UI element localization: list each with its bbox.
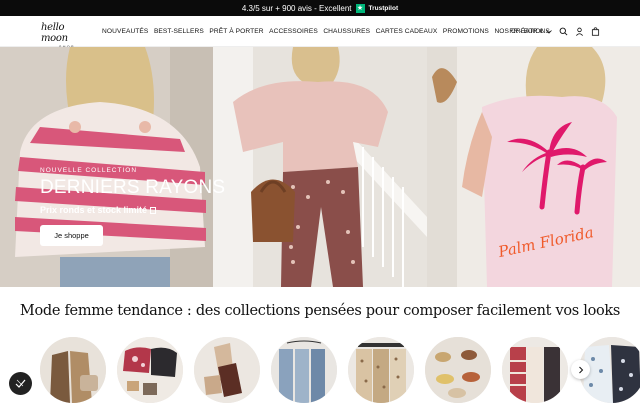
accessibility-badge[interactable] (9, 372, 32, 395)
hero-copy: NOUVELLE COLLECTION DERNIERS RAYONS Prix… (40, 167, 225, 215)
rating-text: 4.3/5 sur + 900 avis - Excellent (241, 3, 352, 13)
logo-text: hello moon (41, 22, 68, 44)
nav-item-cartes-cadeaux[interactable]: CARTES CADEAUX (376, 28, 438, 35)
cart-icon[interactable] (591, 27, 600, 36)
trustpilot-label: Trustpilot (368, 4, 399, 12)
price-tag-icon (149, 207, 156, 214)
chevron-down-icon (546, 29, 552, 34)
main-nav: NOUVEAUTÉS BEST-SELLERS PRÊT À PORTER AC… (102, 16, 550, 47)
hero-image-palm-florida-knit: Palm Florida (427, 47, 640, 287)
site-header: hello moon SHOP NOUVEAUTÉS BEST-SELLERS … (0, 16, 640, 49)
hero-banner: Palm Florida NOUVELLE COLLECTION DERNIER… (0, 47, 640, 287)
announcement-bar: 4.3/5 sur + 900 avis - Excellent ★ Trust… (0, 0, 640, 16)
header-actions: FR - EUR € (509, 16, 600, 47)
nav-item-accessoires[interactable]: ACCESSOIRES (269, 28, 318, 35)
section-title: Mode femme tendance : des collections pe… (19, 303, 621, 319)
nav-item-best-sellers[interactable]: BEST-SELLERS (154, 28, 204, 35)
shop-now-button[interactable]: Je shoppe (40, 225, 103, 246)
nav-item-pret-a-porter[interactable]: PRÊT À PORTER (209, 28, 263, 35)
category-prints[interactable] (117, 337, 183, 403)
category-knitwear[interactable] (502, 337, 568, 403)
nav-item-chaussures[interactable]: CHAUSSURES (323, 28, 370, 35)
category-sandals[interactable] (425, 337, 491, 403)
hero-subtitle: Prix ronds et stock limité (40, 205, 225, 215)
nav-item-nouveautes[interactable]: NOUVEAUTÉS (102, 28, 148, 35)
category-carousel (40, 337, 640, 403)
category-skirts[interactable] (348, 337, 414, 403)
chevron-right-icon (578, 366, 583, 373)
locale-label: FR - EUR € (509, 28, 543, 35)
logo[interactable]: hello moon SHOP (41, 22, 93, 49)
category-coats[interactable] (40, 337, 106, 403)
badge-check-icon (15, 379, 26, 388)
hero-title: DERNIERS RAYONS (40, 177, 226, 198)
search-icon[interactable] (559, 27, 568, 36)
trustpilot-star-icon: ★ (355, 3, 365, 13)
category-shoes[interactable] (194, 337, 260, 403)
nav-item-promotions[interactable]: PROMOTIONS (443, 28, 489, 35)
category-jeans[interactable] (271, 337, 337, 403)
hero-kicker: NOUVELLE COLLECTION (40, 167, 138, 174)
account-icon[interactable] (575, 27, 584, 36)
hero-image-pink-top (213, 47, 427, 287)
locale-selector[interactable]: FR - EUR € (509, 28, 552, 35)
carousel-next-button[interactable] (571, 360, 590, 379)
